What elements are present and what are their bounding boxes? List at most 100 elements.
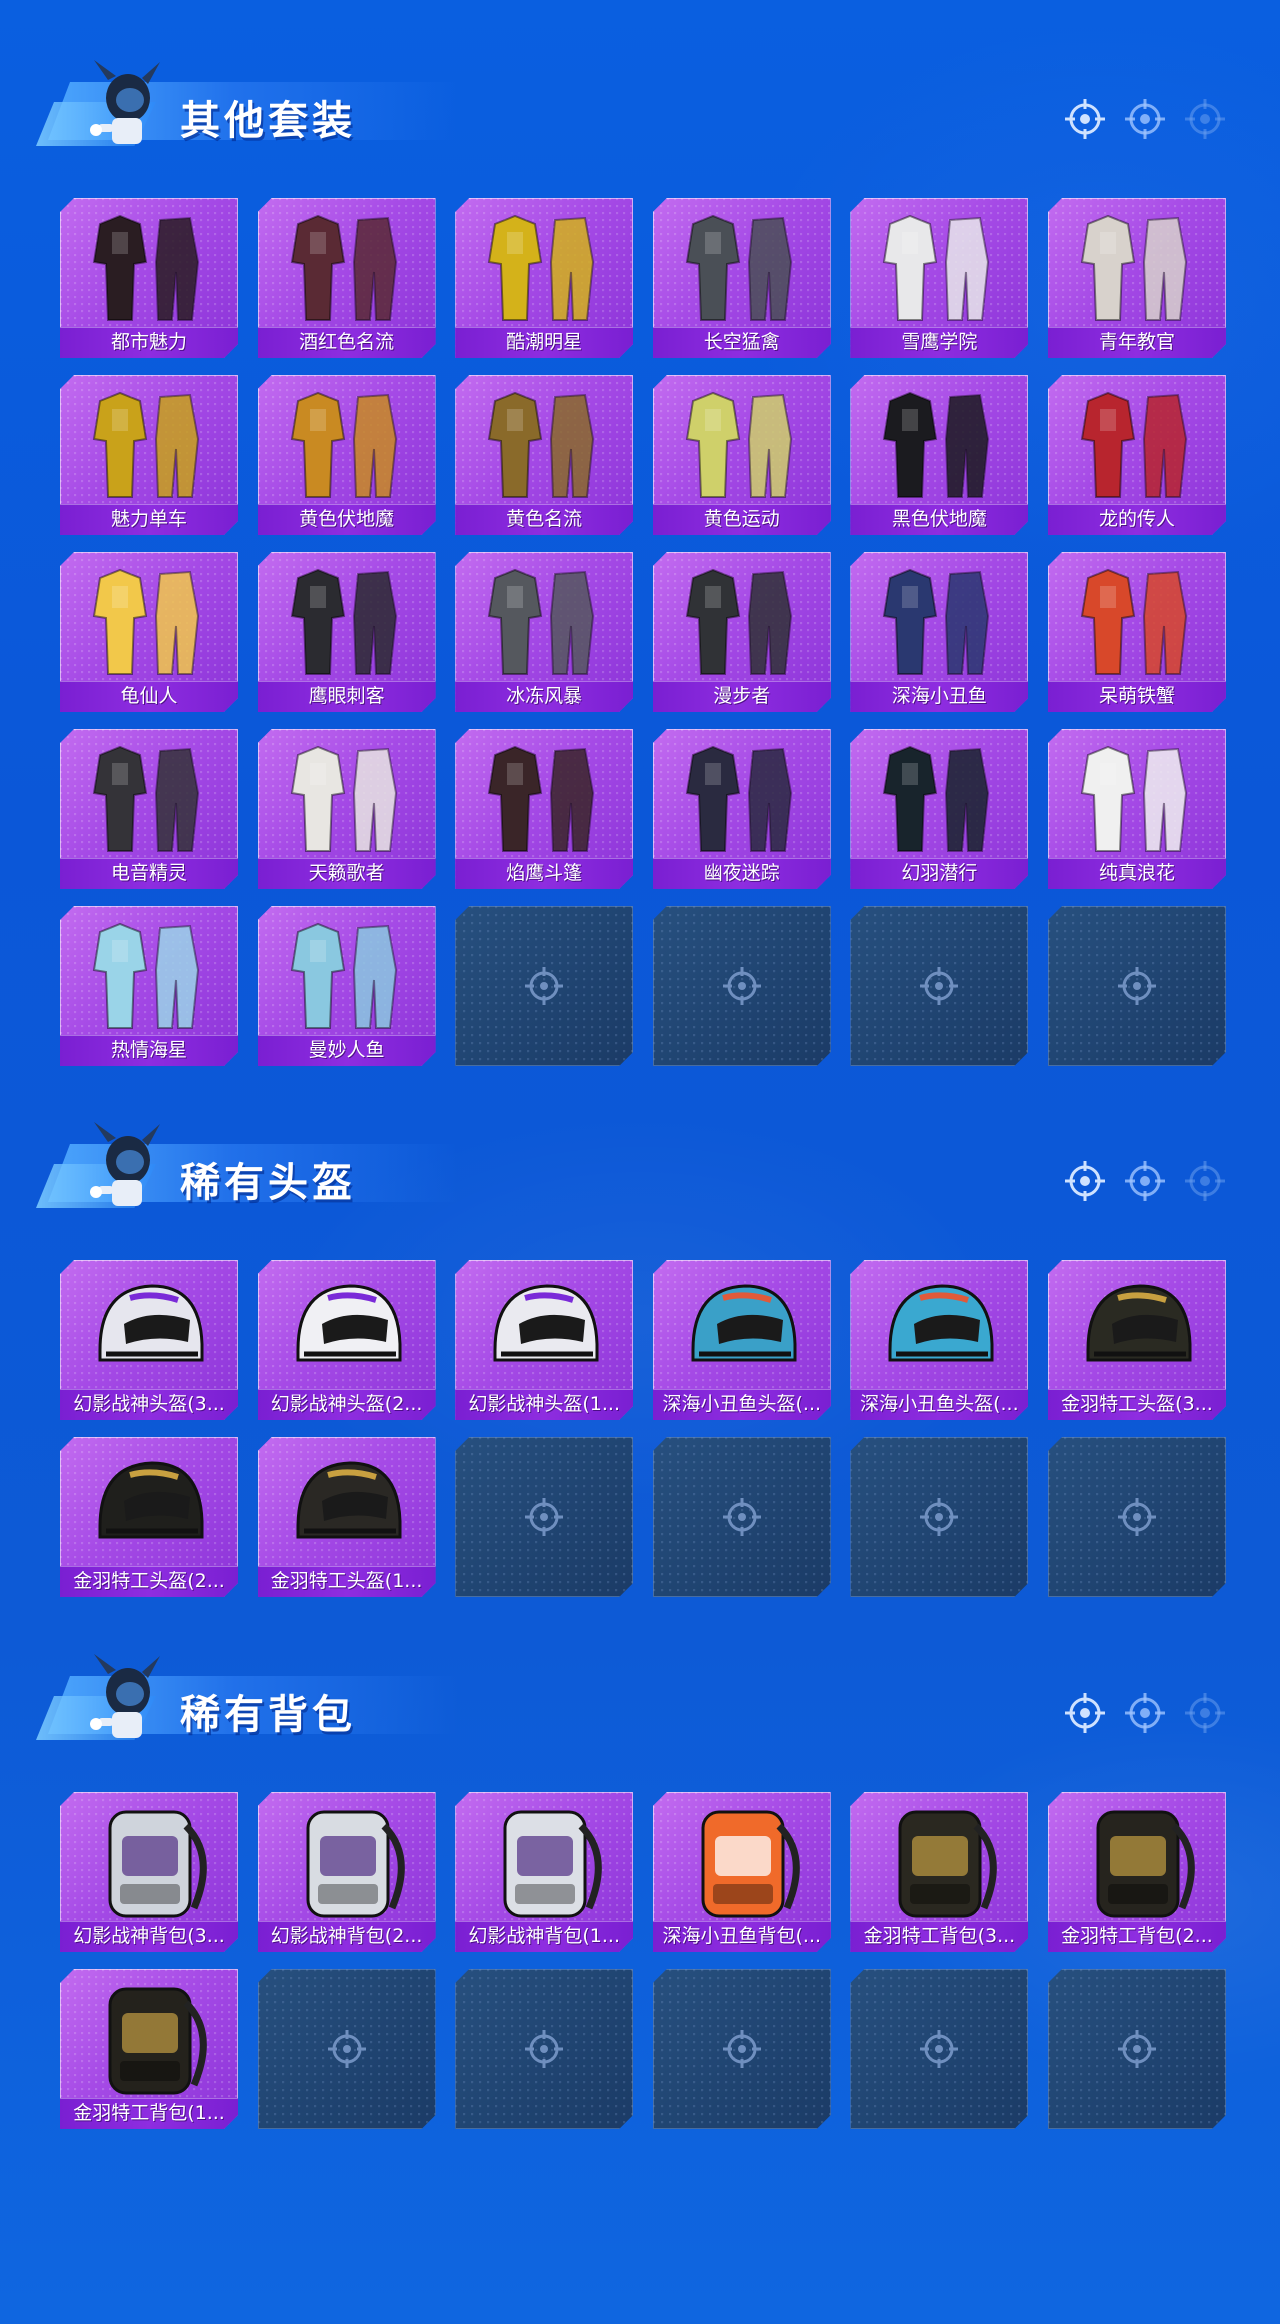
- item-card[interactable]: 漫步者: [653, 552, 831, 712]
- item-name: 黄色运动: [703, 508, 780, 530]
- outfit-image: [258, 910, 436, 1034]
- item-card[interactable]: 龟仙人: [60, 552, 238, 712]
- crosshair-icon: [1185, 1161, 1225, 1201]
- crosshair-icon: [1125, 99, 1165, 139]
- item-name: 焰鹰斗篷: [506, 862, 583, 884]
- item-card[interactable]: 魅力单车: [60, 375, 238, 535]
- item-card[interactable]: 幻影战神头盔(1...: [455, 1260, 633, 1420]
- outfit-image: [455, 379, 633, 503]
- empty-slot: [1048, 1437, 1226, 1597]
- item-name: 龙的传人: [1098, 508, 1175, 530]
- item-name: 深海小丑鱼背包(...: [662, 1925, 822, 1947]
- item-card[interactable]: 幽夜迷踪: [653, 729, 831, 889]
- item-card[interactable]: 青年教官: [1048, 198, 1226, 358]
- item-name: 龟仙人: [120, 685, 178, 707]
- item-card[interactable]: 黄色名流: [455, 375, 633, 535]
- item-name: 天籁歌者: [308, 862, 385, 884]
- item-name: 深海小丑鱼: [891, 685, 987, 707]
- item-name: 呆萌铁蟹: [1098, 685, 1175, 707]
- item-grid: 都市魅力 酒红色名流 酷潮明星 长空猛禽 雪鹰学院 青年教官魅力单车 黄色伏地魔 黄色名流 黄色…: [60, 198, 1222, 1066]
- outfit-image: [455, 556, 633, 680]
- crosshair-icon: [916, 1494, 962, 1540]
- item-name: 金羽特工头盔(3...: [1061, 1393, 1213, 1415]
- outfit-image: [850, 733, 1028, 857]
- section-header: 稀有头盔: [28, 1112, 458, 1222]
- item-card[interactable]: 金羽特工头盔(1...: [258, 1437, 436, 1597]
- item-card[interactable]: 长空猛禽: [653, 198, 831, 358]
- empty-slot: [455, 1437, 633, 1597]
- mascot-icon: [90, 1122, 160, 1206]
- item-card[interactable]: 深海小丑鱼背包(...: [653, 1792, 831, 1952]
- helmet-image: [60, 1441, 238, 1565]
- item-card[interactable]: 黄色伏地魔: [258, 375, 436, 535]
- item-card[interactable]: 幻羽潜行: [850, 729, 1028, 889]
- outfit-image: [455, 202, 633, 326]
- item-card[interactable]: 曼妙人鱼: [258, 906, 436, 1066]
- item-card[interactable]: 幻影战神头盔(3...: [60, 1260, 238, 1420]
- outfit-image: [850, 556, 1028, 680]
- item-card[interactable]: 幻影战神背包(3...: [60, 1792, 238, 1952]
- item-card[interactable]: 幻影战神头盔(2...: [258, 1260, 436, 1420]
- crosshair-icon: [1065, 1161, 1105, 1201]
- item-name: 金羽特工头盔(2...: [73, 1570, 225, 1592]
- item-name: 黄色名流: [506, 508, 583, 530]
- backpack-image: [653, 1796, 831, 1920]
- item-name: 深海小丑鱼头盔(...: [662, 1393, 822, 1415]
- item-card[interactable]: 黑色伏地魔: [850, 375, 1028, 535]
- item-card[interactable]: 热情海星: [60, 906, 238, 1066]
- helmet-image: [258, 1441, 436, 1565]
- outfit-image: [1048, 733, 1226, 857]
- outfit-image: [850, 202, 1028, 326]
- item-name: 金羽特工背包(2...: [1061, 1925, 1213, 1947]
- outfit-image: [258, 556, 436, 680]
- item-card[interactable]: 幻影战神背包(2...: [258, 1792, 436, 1952]
- item-card[interactable]: 纯真浪花: [1048, 729, 1226, 889]
- item-card[interactable]: 幻影战神背包(1...: [455, 1792, 633, 1952]
- item-card[interactable]: 冰冻风暴: [455, 552, 633, 712]
- item-card[interactable]: 天籁歌者: [258, 729, 436, 889]
- item-card[interactable]: 都市魅力: [60, 198, 238, 358]
- helmet-image: [258, 1264, 436, 1388]
- backpack-image: [850, 1796, 1028, 1920]
- outfit-image: [60, 910, 238, 1034]
- crosshair-icon: [1125, 1161, 1165, 1201]
- item-card[interactable]: 金羽特工头盔(2...: [60, 1437, 238, 1597]
- empty-slot: [653, 1969, 831, 2129]
- outfit-image: [258, 733, 436, 857]
- item-card[interactable]: 鹰眼刺客: [258, 552, 436, 712]
- item-name: 幻影战神头盔(1...: [468, 1393, 620, 1415]
- outfit-image: [60, 733, 238, 857]
- crosshair-icon: [1125, 1693, 1165, 1733]
- outfit-image: [653, 733, 831, 857]
- item-card[interactable]: 电音精灵: [60, 729, 238, 889]
- section-title: 其他套装: [180, 98, 356, 144]
- item-name: 酷潮明星: [506, 331, 583, 353]
- item-name: 酒红色名流: [299, 331, 395, 353]
- helmet-image: [455, 1264, 633, 1388]
- item-card[interactable]: 呆萌铁蟹: [1048, 552, 1226, 712]
- item-name: 青年教官: [1098, 331, 1175, 353]
- item-name: 幻影战神头盔(3...: [73, 1393, 225, 1415]
- item-card[interactable]: 龙的传人: [1048, 375, 1226, 535]
- crosshair-icon: [521, 2026, 567, 2072]
- item-card[interactable]: 金羽特工背包(3...: [850, 1792, 1028, 1952]
- item-card[interactable]: 黄色运动: [653, 375, 831, 535]
- item-card[interactable]: 深海小丑鱼: [850, 552, 1028, 712]
- crosshair-icon: [1185, 99, 1225, 139]
- item-card[interactable]: 金羽特工背包(2...: [1048, 1792, 1226, 1952]
- item-card[interactable]: 金羽特工背包(1...: [60, 1969, 238, 2129]
- item-name: 幻羽潜行: [901, 862, 978, 884]
- crosshair-icon: [1065, 99, 1105, 139]
- item-grid: 幻影战神头盔(3... 幻影战神头盔(2... 幻影战神头盔(1... 深海小丑鱼头盔…: [60, 1260, 1222, 1597]
- mascot-icon: [90, 60, 160, 144]
- item-card[interactable]: 焰鹰斗篷: [455, 729, 633, 889]
- outfit-image: [1048, 379, 1226, 503]
- item-card[interactable]: 雪鹰学院: [850, 198, 1028, 358]
- item-card[interactable]: 酷潮明星: [455, 198, 633, 358]
- empty-slot: [850, 1437, 1028, 1597]
- item-card[interactable]: 金羽特工头盔(3...: [1048, 1260, 1226, 1420]
- item-card[interactable]: 深海小丑鱼头盔(...: [850, 1260, 1028, 1420]
- item-card[interactable]: 深海小丑鱼头盔(...: [653, 1260, 831, 1420]
- item-name: 电音精灵: [110, 862, 187, 884]
- item-card[interactable]: 酒红色名流: [258, 198, 436, 358]
